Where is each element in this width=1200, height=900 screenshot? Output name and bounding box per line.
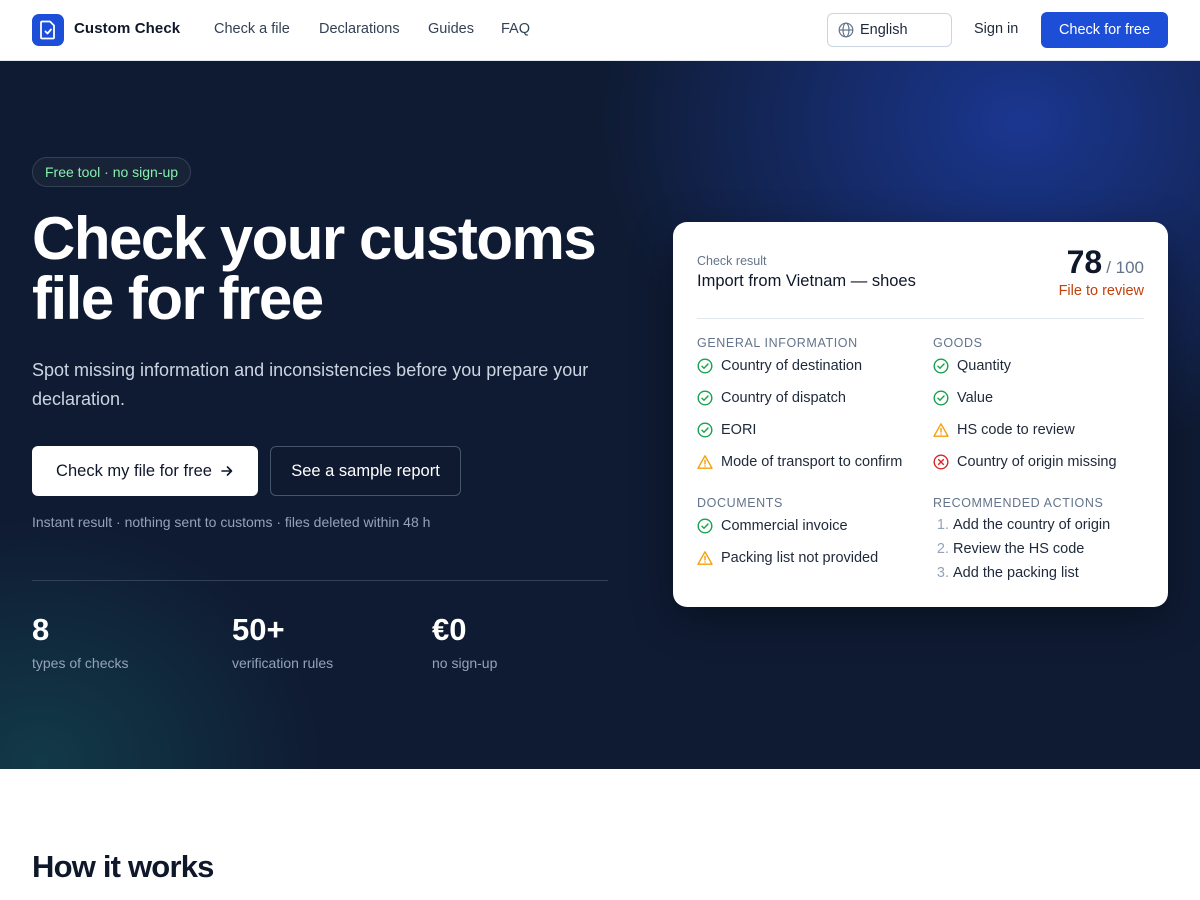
check-item: Country of destination <box>697 358 862 374</box>
file-check-icon <box>40 20 55 40</box>
check-circle-icon <box>697 358 713 374</box>
nav-check-a-file[interactable]: Check a file <box>214 21 290 37</box>
hero-title-line-1: Check your customs <box>32 205 597 272</box>
arrow-right-icon <box>221 466 233 476</box>
stat-label: types of checks <box>32 655 129 671</box>
section-heading-actions: Recommended actions <box>933 496 1104 510</box>
action-label: Review the HS code <box>953 541 1085 557</box>
check-item-label: Value <box>957 390 994 406</box>
language-label: English <box>860 22 908 38</box>
check-circle-icon <box>933 390 949 406</box>
check-item-label: Country of origin missing <box>957 454 1117 470</box>
stat-label: verification rules <box>232 655 334 671</box>
section-heading-goods: Goods <box>933 336 983 350</box>
check-item: Quantity <box>933 358 1011 374</box>
check-item: Packing list not provided <box>697 550 878 566</box>
brand-name[interactable]: Custom Check <box>74 20 180 37</box>
stat-value: €0 <box>432 612 467 647</box>
check-result-card: Check result Import from Vietnam — shoes… <box>673 222 1168 607</box>
check-for-free-button[interactable]: Check for free <box>1041 12 1168 48</box>
nav-declarations[interactable]: Declarations <box>319 21 400 37</box>
warning-triangle-icon <box>697 550 713 566</box>
action-label: Add the packing list <box>953 565 1079 581</box>
sign-in-link[interactable]: Sign in <box>974 21 1018 37</box>
top-navigation-bar: Custom Check Check a file Declarations G… <box>0 0 1200 61</box>
warning-triangle-icon <box>933 422 949 438</box>
check-item-label: Commercial invoice <box>721 518 848 534</box>
stat-value: 50+ <box>232 612 285 647</box>
card-kicker: Check result <box>697 254 767 268</box>
hero-title: Check your customs file for free <box>32 209 632 329</box>
check-my-file-button[interactable]: Check my file for free <box>32 446 258 496</box>
stat-value: 8 <box>32 612 50 647</box>
score-max: / 100 <box>1106 258 1144 277</box>
recommended-action: 1. Add the country of origin <box>933 517 1110 533</box>
check-item: Mode of transport to confirm <box>697 454 902 470</box>
check-item-label: HS code to review <box>957 422 1075 438</box>
check-circle-icon <box>697 390 713 406</box>
card-title: Import from Vietnam — shoes <box>697 272 916 290</box>
x-circle-icon <box>933 454 949 470</box>
how-it-works-heading: How it works <box>32 849 214 884</box>
action-label: Add the country of origin <box>953 517 1111 533</box>
check-item: HS code to review <box>933 422 1075 438</box>
check-my-file-label: Check my file for free <box>56 461 212 480</box>
check-item: Commercial invoice <box>697 518 848 534</box>
section-heading-general: General information <box>697 336 858 350</box>
score-value: 78 <box>1066 244 1103 280</box>
stat-label: no sign-up <box>432 655 498 671</box>
action-number: 1. <box>936 517 949 533</box>
hero-subtitle: Spot missing information and inconsisten… <box>32 360 589 409</box>
language-selector[interactable]: English <box>827 13 952 47</box>
stats-divider <box>32 580 608 581</box>
check-item: Value <box>933 390 993 406</box>
recommended-action: 2. Review the HS code <box>933 541 1084 557</box>
logo-icon[interactable] <box>32 14 64 46</box>
score: 78 / 100 <box>1067 244 1144 281</box>
check-circle-icon <box>697 422 713 438</box>
check-circle-icon <box>933 358 949 374</box>
nav-faq[interactable]: FAQ <box>501 21 530 37</box>
check-item-label: EORI <box>721 422 757 438</box>
action-number: 2. <box>936 541 949 557</box>
check-circle-icon <box>697 518 713 534</box>
hero-note: Instant result · nothing sent to customs… <box>32 514 431 530</box>
check-item-label: Packing list not provided <box>721 550 879 566</box>
check-item-label: Country of destination <box>721 358 863 374</box>
check-item: EORI <box>697 422 756 438</box>
hero-title-line-2: file for free <box>32 265 324 332</box>
hero-section: Free tool · no sign-up Check your custom… <box>0 61 1200 769</box>
action-number: 3. <box>936 565 949 581</box>
check-item-label: Quantity <box>957 358 1011 374</box>
section-heading-documents: Documents <box>697 496 783 510</box>
check-item-label: Mode of transport to confirm <box>721 454 903 470</box>
check-item-label: Country of dispatch <box>721 390 846 406</box>
score-status: File to review <box>1058 283 1144 299</box>
check-item: Country of origin missing <box>933 454 1117 470</box>
check-item: Country of dispatch <box>697 390 846 406</box>
warning-triangle-icon <box>697 454 713 470</box>
nav-guides[interactable]: Guides <box>428 21 474 37</box>
card-divider <box>697 318 1144 319</box>
free-tool-badge: Free tool · no sign-up <box>32 157 192 187</box>
sample-report-button[interactable]: See a sample report <box>270 446 461 496</box>
globe-icon <box>838 22 854 38</box>
recommended-action: 3. Add the packing list <box>933 565 1079 581</box>
